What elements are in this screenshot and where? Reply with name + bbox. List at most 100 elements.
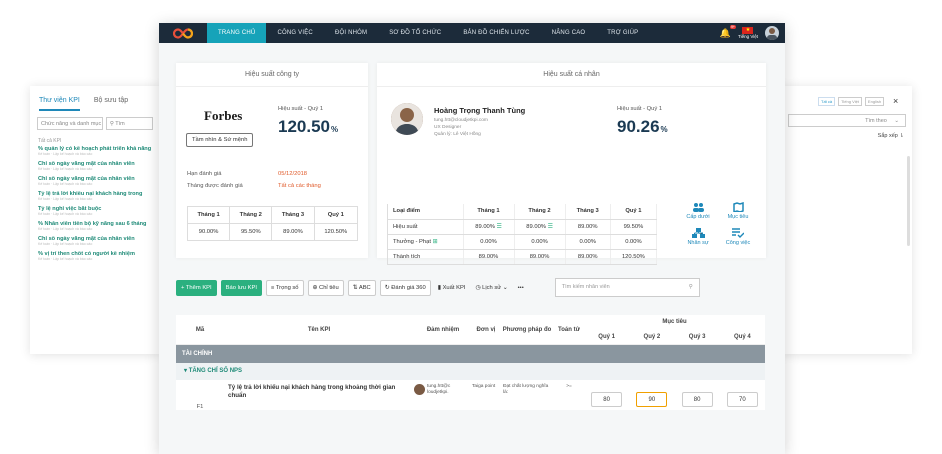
deadline-value: 05/12/2018: [278, 171, 308, 177]
user-name: Hoàng Trọng Thanh Tùng: [434, 106, 526, 115]
category-select[interactable]: Chức năng và danh mục ⌄: [37, 117, 103, 130]
list-item-subtitle: Kế toán · Lập kế hoạch và báo cáo: [38, 167, 93, 171]
list-item[interactable]: % quản lý có kế hoạch phát triển khả năn…: [38, 146, 152, 156]
chevron-down-icon: ⌄: [502, 284, 508, 291]
employee-search-input[interactable]: Tìm kiếm nhân viên ⚲: [554, 278, 700, 297]
target-input[interactable]: 70: [726, 392, 758, 407]
cell: 89.00% ☰: [514, 219, 566, 235]
target-input[interactable]: 80: [591, 392, 623, 407]
weight-label: Trọng số: [275, 284, 299, 291]
list-item[interactable]: Tỷ lệ nghỉ việc bắt buộc Kế toán · Lập kế…: [38, 206, 152, 216]
nav-item[interactable]: ĐỘI NHÓM: [324, 23, 378, 43]
col-unit: Đơn vị: [476, 326, 496, 333]
kpi-table: Mã Tên KPI Đảm nhiệm Đơn vị Phương pháp …: [176, 315, 765, 410]
target-input[interactable]: 90: [636, 392, 668, 407]
list-item[interactable]: Chỉ số ngày vắng mặt của nhân viên Kế toá…: [38, 161, 152, 171]
nav-item[interactable]: SƠ ĐỒ TỔ CHỨC: [378, 23, 452, 43]
deadline-label: Hạn đánh giá: [187, 171, 222, 177]
list-item[interactable]: Tỷ lệ trả lời khiếu nại khách hàng trong…: [38, 191, 152, 201]
company-perf-number: 120.50: [278, 117, 330, 136]
percent-sign: %: [331, 125, 339, 134]
table-row[interactable]: F1 Tỷ lệ trả lời khiếu nại khách hàng tr…: [176, 380, 765, 410]
history-button[interactable]: ◷ Lịch sử ⌄: [472, 282, 510, 294]
employee-search-placeholder: Tìm kiếm nhân viên: [561, 284, 610, 290]
subordinates-shortcut[interactable]: Cấp dưới: [678, 202, 718, 220]
evaluate-360-button[interactable]: ↻ Đánh giá 360: [379, 279, 431, 296]
save-kpi-button[interactable]: Báo lưu KPI: [220, 279, 262, 296]
library-search-input[interactable]: ⚲ Tìm: [105, 117, 153, 130]
chevron-down-icon: ⌄: [894, 118, 899, 124]
personal-performance-title: Hiệu suất cá nhân: [377, 63, 766, 87]
list-item[interactable]: Chỉ số ngày vắng mặt của nhân viên Kế toá…: [38, 236, 152, 246]
tasks-shortcut[interactable]: Công việc: [718, 228, 758, 246]
bell-icon[interactable]: 🔔 9+: [720, 24, 736, 39]
close-icon[interactable]: ×: [893, 96, 898, 106]
cell: 89.00%: [463, 249, 515, 265]
kpi-operator: >=: [566, 384, 572, 389]
people-icon: [692, 203, 704, 212]
nav-item[interactable]: TRỢ GIÚP: [596, 23, 649, 43]
cell: 0.00%: [610, 234, 658, 250]
nav-item[interactable]: TRANG CHỦ: [207, 23, 267, 43]
abc-button[interactable]: ⇅ ABC: [347, 279, 376, 296]
scrollbar[interactable]: [907, 156, 910, 246]
owner-email: tung.htt@c loudjetkpi.: [427, 384, 451, 395]
col-header: Tháng 2: [229, 206, 273, 224]
list-icon[interactable]: ☰: [546, 224, 553, 230]
filter-vietnamese[interactable]: Tiếng Việt: [838, 96, 862, 106]
cell-value: 0.00%: [531, 238, 548, 245]
app-logo[interactable]: [159, 23, 207, 43]
tab-collection[interactable]: Bộ sưu tập: [94, 97, 128, 111]
company-perf-label: Hiệu suất - Quý 1: [278, 106, 324, 112]
cell-value: Hiệu suất: [393, 223, 418, 230]
filter-all[interactable]: Tất cả: [818, 96, 836, 106]
add-kpi-button[interactable]: + Thêm KPI: [176, 279, 217, 296]
list-item[interactable]: % vị trí then chốt có người kế nhiệm Kế t…: [38, 251, 152, 261]
kpi-owner: tung.htt@c loudjetkpi.: [414, 380, 472, 410]
vision-mission-button[interactable]: Tầm nhìn & Sứ mệnh: [186, 133, 254, 147]
sort-icon: ⇅: [352, 284, 358, 291]
cell: 95.50%: [229, 223, 273, 241]
tab-kpi-library[interactable]: Thư viện KPI: [39, 97, 80, 111]
more-button[interactable]: •••: [515, 282, 527, 294]
list-item-subtitle: Kế toán · Lập kế hoạch và báo cáo: [38, 152, 93, 156]
goals-shortcut[interactable]: Mục tiêu: [718, 202, 758, 220]
table-row: Thưởng - Phạt ⊞ 0.00% 0.00% 0.00% 0.00%: [387, 234, 658, 250]
filter-english[interactable]: English: [864, 96, 885, 106]
weight-button[interactable]: ≡ Trọng số: [265, 279, 304, 296]
list-item[interactable]: % Nhân viên tiến bộ kỹ năng sau 6 tháng K…: [38, 221, 152, 231]
list-item[interactable]: Chỉ số ngày vắng mặt của nhân viên Kế toá…: [38, 176, 152, 186]
kpi-method: Đạt chất lượng nghĩa là:: [503, 384, 549, 395]
group-header[interactable]: ▾ TĂNG CHỈ SỐ NPS: [176, 363, 765, 380]
list-icon[interactable]: ☰: [495, 224, 502, 230]
avatar[interactable]: [765, 26, 779, 40]
evaluated-months-label: Tháng được đánh giá: [187, 183, 243, 189]
cycle-icon: ↻: [384, 284, 390, 291]
target-input[interactable]: 80: [681, 392, 713, 407]
task-list-icon: [732, 228, 744, 238]
nav-item[interactable]: BẢN ĐỒ CHIẾN LƯỢC: [452, 23, 540, 43]
cell: 0.00%: [463, 234, 515, 250]
language-switcher[interactable]: ★ Tiếng Việt: [738, 27, 758, 39]
sort-button[interactable]: Sắp xếp ⇂: [790, 133, 904, 139]
col-quarter: Quý 3: [688, 333, 706, 340]
cell-value: 89.00%: [577, 223, 598, 230]
personnel-shortcut[interactable]: Nhân sự: [678, 228, 718, 246]
cell: 120.50%: [313, 223, 359, 241]
cell-value: 0.00%: [480, 238, 497, 245]
nav-item[interactable]: CÔNG VIỆC: [266, 23, 323, 43]
nav-item[interactable]: NÂNG CAO: [541, 23, 597, 43]
add-icon[interactable]: ⊞: [431, 239, 438, 245]
cell-value: 0.00%: [625, 238, 642, 245]
cell-value: 120.50%: [621, 253, 645, 260]
list-item-subtitle: Kế toán · Lập kế hoạch và báo cáo: [38, 197, 93, 201]
personal-perf-number: 90.26: [617, 117, 660, 136]
shortcut-grid: Cấp dưới Mục tiêu Nhân sự Công việc: [678, 202, 758, 246]
cell: Thưởng - Phạt ⊞: [387, 234, 464, 250]
search-by-select[interactable]: Tìm theo ⌄: [788, 114, 906, 127]
cell-value: 99.50%: [623, 223, 644, 230]
export-kpi-button[interactable]: ▮ Xuất KPI: [435, 282, 469, 294]
kpi-library-panel: Thư viện KPI Bộ sưu tập Chức năng và dan…: [30, 86, 160, 354]
section-header[interactable]: TÀI CHÍNH: [176, 345, 765, 363]
target-button[interactable]: ⊕ Chỉ tiêu: [307, 279, 344, 296]
